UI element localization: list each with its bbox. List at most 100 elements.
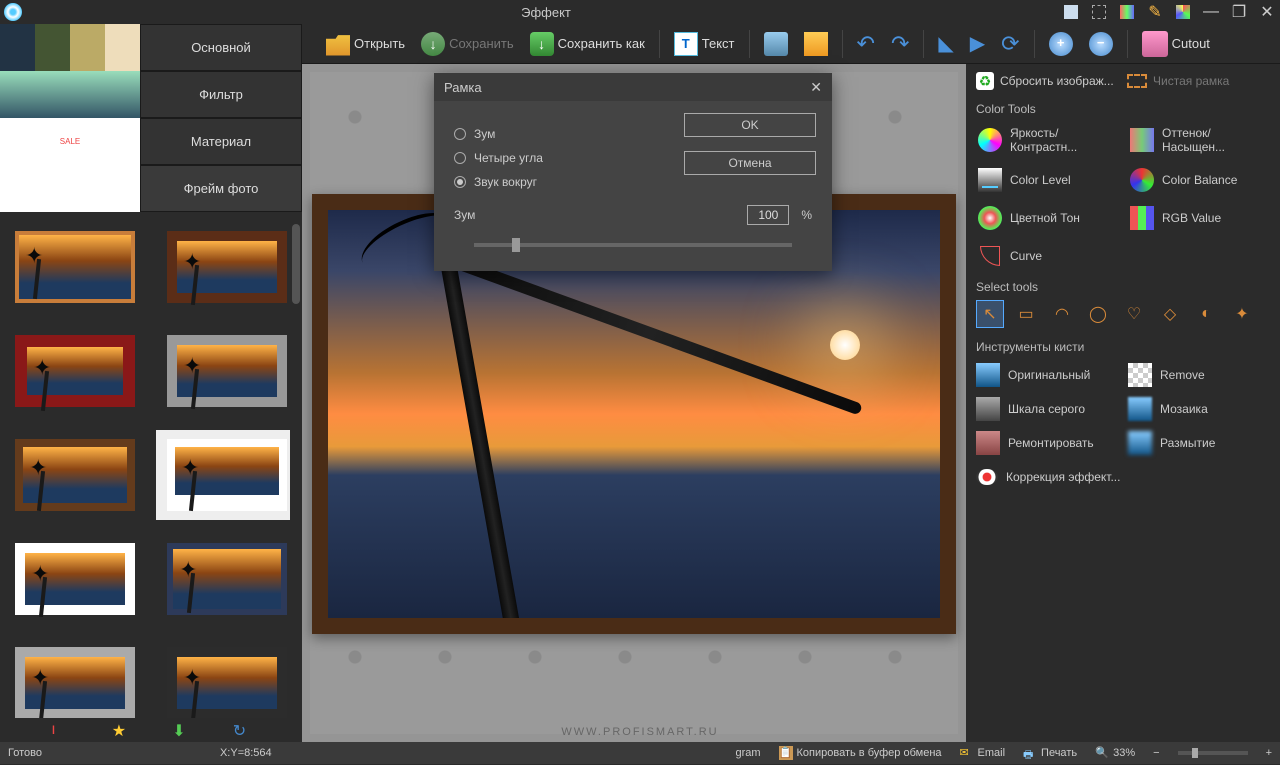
separator	[659, 30, 660, 58]
brush-blur-button[interactable]: Размытие	[1128, 428, 1270, 458]
titlebar-grid-icon[interactable]	[1174, 3, 1192, 21]
cat-filter-button[interactable]: Фильтр	[140, 71, 302, 118]
watermark-text: WWW.PROFISMART.RU	[561, 726, 718, 738]
reset-image-button[interactable]: ♻Сбросить изображ...	[976, 72, 1119, 90]
color-level-button[interactable]: Color Level	[976, 164, 1118, 196]
status-zoom-in-button[interactable]: +	[1266, 747, 1272, 759]
titlebar-notes-icon[interactable]	[1062, 3, 1080, 21]
undo-button[interactable]: ↶	[851, 29, 881, 59]
frame-item[interactable]	[4, 534, 146, 624]
text-button[interactable]: Текст	[668, 30, 741, 58]
status-ready: Готово	[8, 747, 42, 759]
app-icon	[4, 3, 22, 21]
dialog-close-button[interactable]: ✕	[810, 79, 822, 96]
brush-mosaic-button[interactable]: Мозаика	[1128, 394, 1270, 424]
rgb-value-button[interactable]: RGB Value	[1128, 202, 1270, 234]
status-email[interactable]: ✉Email	[960, 746, 1006, 760]
zoom-slider[interactable]	[474, 243, 792, 247]
frame-item[interactable]	[4, 430, 146, 520]
cat-main-button[interactable]: Основной	[140, 24, 302, 71]
brush-grayscale-button[interactable]: Шкала серого	[976, 394, 1118, 424]
select-wand-icon[interactable]: ✦	[1228, 300, 1256, 328]
sun-decoration	[830, 330, 860, 360]
color-tools-label: Color Tools	[976, 102, 1270, 116]
frame-item[interactable]	[156, 638, 298, 718]
separator	[923, 30, 924, 58]
redo-button[interactable]: ↷	[885, 29, 915, 59]
titlebar: Эффект ✎ — ❐ ✕	[0, 0, 1280, 24]
cat-thumb-main	[0, 24, 140, 71]
status-print[interactable]: 🖶Печать	[1023, 746, 1077, 760]
select-polygon-icon[interactable]: ◇	[1156, 300, 1184, 328]
left-tool-row: ı ★ ⬇ ↻	[0, 718, 302, 742]
separator	[749, 30, 750, 58]
status-coords: X:Y=8:564	[220, 747, 272, 759]
cat-thumb-material: SALE	[0, 118, 140, 165]
minimize-button[interactable]: —	[1202, 3, 1220, 21]
dialog-cancel-button[interactable]: Отмена	[684, 151, 816, 175]
cat-material-button[interactable]: Материал	[140, 118, 302, 165]
status-copy-clipboard[interactable]: 📋Копировать в буфер обмена	[779, 746, 942, 760]
frame-item[interactable]	[156, 534, 298, 624]
separator	[1127, 30, 1128, 58]
brush-tools-label: Инструменты кисти	[976, 340, 1270, 354]
frame-item[interactable]	[156, 222, 298, 312]
radio-sound-around[interactable]: Звук вокруг	[454, 175, 812, 189]
save-button[interactable]: Сохранить	[415, 30, 520, 58]
zoom-label: Зум	[454, 208, 475, 222]
cutout-button[interactable]: Cutout	[1136, 29, 1216, 59]
save-as-button[interactable]: Сохранить как	[524, 30, 651, 58]
flip-vertical-button[interactable]: ▶	[964, 29, 991, 58]
titlebar-fullscreen-icon[interactable]	[1090, 3, 1108, 21]
hue-saturation-button[interactable]: Оттенок/Насыщен...	[1128, 122, 1270, 158]
tool-star-icon[interactable]: ★	[112, 721, 130, 739]
cat-frame-photo-button[interactable]: Фрейм фото	[140, 165, 302, 212]
status-zoom[interactable]: 🔍33%	[1095, 746, 1135, 760]
tool-brush-icon[interactable]: ı	[51, 721, 69, 739]
brush-remove-button[interactable]: Remove	[1128, 360, 1270, 390]
brightness-contrast-button[interactable]: Яркость/Контрастн...	[976, 122, 1118, 158]
zoom-in-button[interactable]	[1043, 30, 1079, 58]
select-lasso-icon[interactable]: ◐	[1192, 300, 1220, 328]
frames-scrollbar[interactable]	[290, 224, 302, 702]
effect-correction-button[interactable]: Коррекция эффект...	[976, 466, 1270, 488]
frame-item[interactable]	[4, 222, 146, 312]
curve-button[interactable]: Curve	[976, 240, 1118, 272]
left-panel: Основной Фильтр SALE Материал Фрейм фото…	[0, 24, 302, 742]
brush-repair-button[interactable]: Ремонтировать	[976, 428, 1118, 458]
select-heart-icon[interactable]: ♡	[1120, 300, 1148, 328]
tool-download-icon[interactable]: ⬇	[172, 721, 190, 739]
color-tone-button[interactable]: Цветной Тон	[976, 202, 1118, 234]
print-button[interactable]	[758, 30, 794, 58]
flip-horizontal-button[interactable]: ◣	[932, 29, 959, 58]
status-program[interactable]: gram	[735, 747, 760, 759]
window-title: Эффект	[30, 5, 1062, 20]
frame-item[interactable]	[156, 326, 298, 416]
frame-item[interactable]	[156, 430, 298, 520]
titlebar-palette-icon[interactable]	[1118, 3, 1136, 21]
dialog-header[interactable]: Рамка ✕	[434, 73, 832, 101]
close-button[interactable]: ✕	[1258, 3, 1276, 21]
status-zoom-out-button[interactable]: −	[1153, 747, 1159, 759]
dialog-title: Рамка	[444, 80, 482, 95]
open-button[interactable]: Открыть	[320, 30, 411, 58]
titlebar-pencil-icon[interactable]: ✎	[1146, 3, 1164, 21]
select-pointer-icon[interactable]: ↖	[976, 300, 1004, 328]
maximize-button[interactable]: ❐	[1230, 3, 1248, 21]
zoom-out-button[interactable]	[1083, 30, 1119, 58]
select-rounded-icon[interactable]: ◠	[1048, 300, 1076, 328]
frame-item[interactable]	[4, 326, 146, 416]
color-balance-button[interactable]: Color Balance	[1128, 164, 1270, 196]
select-rect-icon[interactable]: ▭	[1012, 300, 1040, 328]
tool-refresh-icon[interactable]: ↻	[233, 721, 251, 739]
brush-original-button[interactable]: Оригинальный	[976, 360, 1118, 390]
clean-frame-button[interactable]: Чистая рамка	[1127, 72, 1270, 90]
dialog-ok-button[interactable]: OK	[684, 113, 816, 137]
separator	[1034, 30, 1035, 58]
frame-item[interactable]	[4, 638, 146, 718]
email-button[interactable]	[798, 30, 834, 58]
select-ellipse-icon[interactable]: ◯	[1084, 300, 1112, 328]
zoom-input[interactable]	[747, 205, 789, 225]
status-zoom-slider[interactable]	[1178, 751, 1248, 755]
rotate-button[interactable]: ⟳	[995, 29, 1025, 59]
